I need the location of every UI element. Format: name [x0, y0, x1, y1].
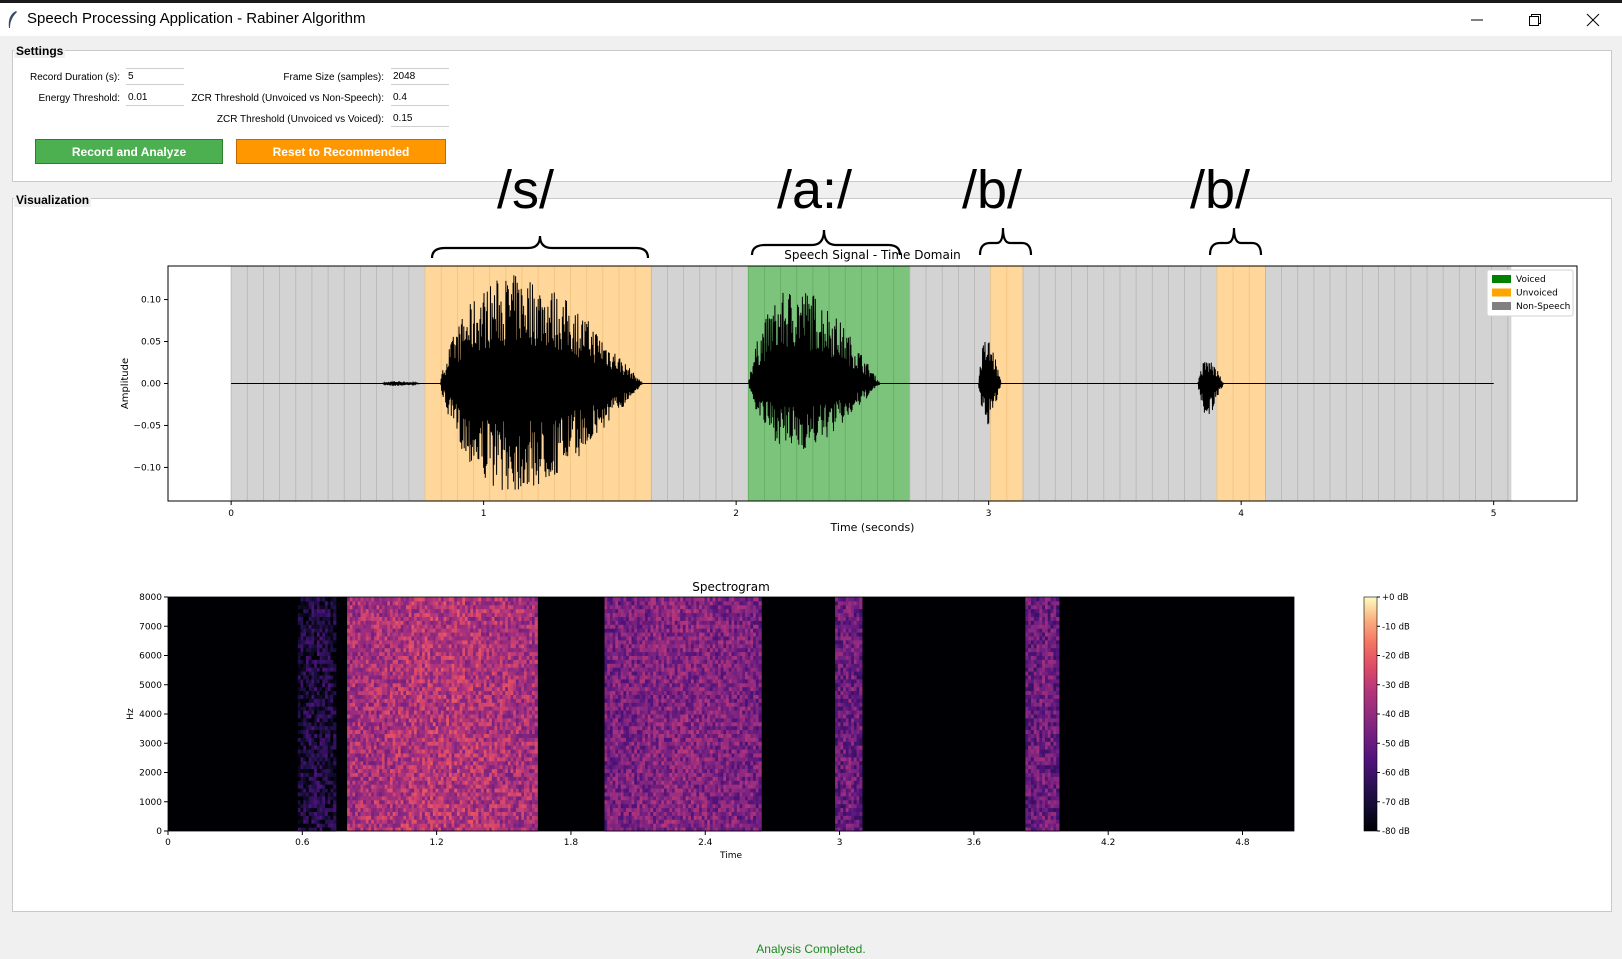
spectrogram-cell [333, 624, 337, 629]
visualization-canvas: 0 1 2 3 4 5 0.10 0.05 0.00 −0.05 −0.10 Speech Signa… [120, 248, 1578, 861]
spectrogram-cell [333, 710, 337, 715]
spectrogram-cell [333, 632, 337, 637]
signal-y-tick-label: 0.00 [141, 380, 161, 390]
spectrogram-cell [333, 788, 337, 793]
spectrogram-cell [333, 776, 337, 781]
spectrogram-cell [333, 616, 337, 621]
legend-label-voiced: Voiced [1516, 275, 1546, 285]
spectrogram-cell [333, 655, 337, 660]
spectrogram-cell [333, 721, 337, 727]
spectrogram-cell [333, 717, 337, 723]
spectrogram-cell [333, 733, 337, 738]
spectrogram-cell [333, 823, 337, 828]
legend-swatch-unvoiced [1492, 288, 1511, 297]
legend-label-non-speech: Non-Speech [1516, 302, 1570, 312]
spectrogram-cell [333, 807, 337, 812]
spectrogram-cell [333, 819, 337, 824]
spectrogram-cell [333, 764, 337, 770]
spectrogram-cell [333, 741, 337, 746]
spectrogram-cell [333, 604, 337, 610]
spectrogram-cell [333, 612, 337, 617]
legend-swatch-voiced [1492, 275, 1511, 283]
spectrogram-region-0 [297, 597, 337, 832]
signal-y-tick-label: 0.05 [141, 338, 161, 348]
spectrogram-cell [333, 772, 337, 777]
spectrogram-cell [333, 628, 337, 633]
spectrogram-cell [333, 815, 337, 820]
spectrogram-region-1 [347, 597, 538, 832]
signal-y-tick-label: −0.10 [133, 463, 161, 473]
spectrogram-cell [333, 799, 337, 805]
spectrogram-cell [333, 667, 337, 672]
signal-x-tick-label: 3 [986, 509, 992, 519]
spectrogram-cell [333, 714, 337, 719]
spectrogram-cell [333, 780, 337, 785]
spectrogram-cell [333, 686, 337, 692]
spectrogram-cell [333, 663, 337, 668]
spectrogram-cell [333, 702, 337, 707]
spectrogram-cell [333, 795, 337, 801]
spectrogram-cell [333, 792, 337, 797]
spectrogram-cell [333, 647, 337, 653]
spectrogram-cell [333, 803, 337, 809]
spectrogram-cell [333, 620, 337, 625]
spectrogram-cell [333, 608, 337, 614]
spectrogram-cell [333, 768, 337, 773]
signal-x-tick-label: 1 [481, 509, 487, 519]
spectrogram-cell [333, 745, 337, 750]
spectrogram-cell [333, 760, 337, 766]
spectrogram-cell [333, 678, 337, 684]
signal-x-label: Time (seconds) [830, 521, 915, 534]
spectrogram-cell [333, 651, 337, 656]
spectrogram-cell [333, 725, 337, 731]
signal-x-tick-label: 5 [1491, 509, 1497, 519]
signal-title: Speech Signal - Time Domain [784, 248, 961, 262]
spectrogram-cell [333, 706, 337, 711]
spectrogram-cell [333, 600, 337, 606]
spectrogram-cell [333, 671, 337, 676]
spectrogram-cell [333, 753, 337, 758]
spectrogram-cell [333, 756, 337, 762]
signal-x-tick-label: 2 [733, 509, 739, 519]
spectrogram-cell [333, 694, 337, 699]
spectrogram-cell [333, 729, 337, 734]
spectrogram-cell [333, 659, 337, 664]
spectrogram-cell [333, 749, 337, 754]
legend-label-unvoiced: Unvoiced [1516, 289, 1558, 299]
spectrogram-cell [333, 811, 337, 816]
spectrogram-cell [333, 682, 337, 688]
spectrogram-cell [333, 690, 337, 695]
legend-swatch-non-speech [1492, 302, 1511, 310]
spectrogram-cell [333, 737, 337, 742]
spectrogram-cell [333, 636, 337, 641]
spectrogram-cell [333, 698, 337, 703]
signal-x-tick-label: 4 [1238, 509, 1244, 519]
signal-y-tick-label: 0.10 [141, 296, 161, 306]
spectrogram-cell [333, 597, 337, 602]
spectrogram-cell [333, 643, 337, 649]
signal-y-tick-label: −0.05 [133, 421, 161, 431]
spectrogram-cell [333, 639, 337, 645]
signal-y-label: Amplitude [120, 358, 131, 409]
spectrogram-cell [333, 784, 337, 789]
signal-x-tick-label: 0 [228, 509, 234, 519]
spectrogram-cell [333, 675, 337, 680]
